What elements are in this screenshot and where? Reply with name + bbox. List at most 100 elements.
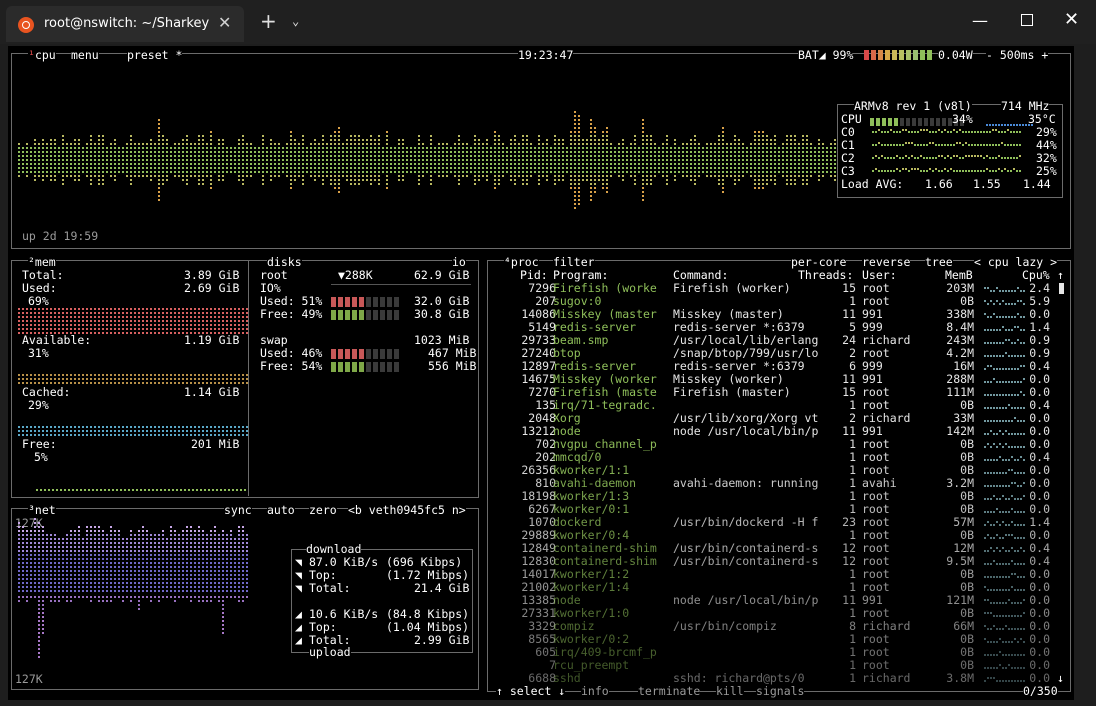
net-download-dot — [110, 578, 112, 580]
net-download-dot — [50, 534, 52, 536]
net-download-dot — [230, 586, 232, 588]
net-download-dot — [46, 562, 48, 564]
net-download-dot — [234, 558, 236, 560]
net-download-dot — [30, 546, 32, 548]
net-download-dot — [190, 574, 192, 576]
net-download-dot — [66, 538, 68, 540]
net-download-dot — [134, 558, 136, 560]
net-download-dot — [150, 582, 152, 584]
net-download-dot — [34, 546, 36, 548]
new-tab-button[interactable]: + — [260, 11, 277, 31]
net-upload-dot — [222, 624, 224, 626]
net-download-dot — [122, 582, 124, 584]
net-download-dot — [166, 570, 168, 572]
net-upload-dot — [42, 624, 44, 626]
net-upload-dot — [110, 600, 112, 602]
net-upload-dot — [42, 616, 44, 618]
net-download-dot — [82, 546, 84, 548]
net-download-dot — [246, 546, 248, 548]
net-download-dot — [66, 550, 68, 552]
net-download-dot — [190, 582, 192, 584]
net-download-dot — [158, 542, 160, 544]
net-download-dot — [18, 582, 20, 584]
net-download-dot — [150, 542, 152, 544]
net-download-dot — [46, 578, 48, 580]
net-download-dot — [142, 526, 144, 528]
net-download-dot — [78, 550, 80, 552]
net-download-dot — [222, 590, 224, 592]
chevron-down-icon[interactable]: ⌄ — [292, 14, 299, 28]
net-download-dot — [110, 566, 112, 568]
net-download-dot — [54, 562, 56, 564]
net-download-dot — [162, 546, 164, 548]
net-download-dot — [62, 538, 64, 540]
net-download-dot — [146, 546, 148, 548]
net-download-dot — [122, 566, 124, 568]
net-download-dot — [154, 554, 156, 556]
net-download-dot — [90, 526, 92, 528]
tab-close-icon[interactable]: ✕ — [218, 13, 231, 32]
net-download-dot — [18, 554, 20, 556]
net-download-dot — [226, 546, 228, 548]
net-upload-dot — [154, 596, 156, 598]
net-download-dot — [186, 530, 188, 532]
net-upload-dot — [218, 600, 220, 602]
net-download-dot — [34, 574, 36, 576]
net-download-dot — [82, 570, 84, 572]
net-download-dot — [22, 554, 24, 556]
net-download-dot — [198, 582, 200, 584]
net-upload-dot — [114, 596, 116, 598]
maximize-button[interactable] — [1021, 14, 1033, 26]
net-download-dot — [98, 570, 100, 572]
close-window-button[interactable]: ✕ — [1064, 9, 1079, 30]
net-download-dot — [146, 578, 148, 580]
net-upload-dot — [30, 596, 32, 598]
net-upload-dot — [150, 600, 152, 602]
net-download-dot — [150, 562, 152, 564]
net-download-dot — [194, 582, 196, 584]
net-download-dot — [154, 546, 156, 548]
net-upload-dot — [38, 636, 40, 638]
minimize-button[interactable]: — — [972, 11, 988, 30]
terminal-tab[interactable]: root@nswitch: ~/Sharkey ✕ — [6, 6, 244, 42]
net-download-dot — [142, 590, 144, 592]
net-download-dot — [178, 590, 180, 592]
net-download-dot — [174, 542, 176, 544]
net-upload-dot — [90, 596, 92, 598]
net-download-dot — [242, 586, 244, 588]
net-download-dot — [38, 582, 40, 584]
net-download-dot — [226, 550, 228, 552]
net-download-dot — [170, 538, 172, 540]
net-download-dot — [130, 530, 132, 532]
net-download-dot — [242, 546, 244, 548]
net-download-dot — [42, 542, 44, 544]
net-download-dot — [234, 538, 236, 540]
net-download-dot — [238, 590, 240, 592]
net-upload-dot — [38, 648, 40, 650]
terminal[interactable]: ¹cpu menu preset * 19:23:47 BAT◢ 99% 0.0… — [8, 46, 1074, 700]
net-download-dot — [218, 562, 220, 564]
net-download-dot — [202, 558, 204, 560]
net-download-dot — [194, 534, 196, 536]
net-download-dot — [94, 558, 96, 560]
net-upload-dot — [134, 596, 136, 598]
net-download-dot — [166, 546, 168, 548]
net-download-dot — [70, 586, 72, 588]
net-upload-dot — [222, 604, 224, 606]
net-download-dot — [18, 574, 20, 576]
net-download-dot — [18, 530, 20, 532]
net-download-dot — [202, 582, 204, 584]
net-download-dot — [162, 558, 164, 560]
net-download-dot — [178, 534, 180, 536]
net-download-dot — [102, 586, 104, 588]
net-download-dot — [142, 554, 144, 556]
net-download-dot — [162, 582, 164, 584]
net-download-dot — [54, 542, 56, 544]
scroll-up-icon[interactable]: ↑ — [1057, 269, 1064, 282]
net-download-dot — [162, 578, 164, 580]
net-download-dot — [226, 554, 228, 556]
net-download-dot — [142, 562, 144, 564]
net-download-dot — [34, 578, 36, 580]
net-download-dot — [90, 546, 92, 548]
net-download-dot — [78, 562, 80, 564]
